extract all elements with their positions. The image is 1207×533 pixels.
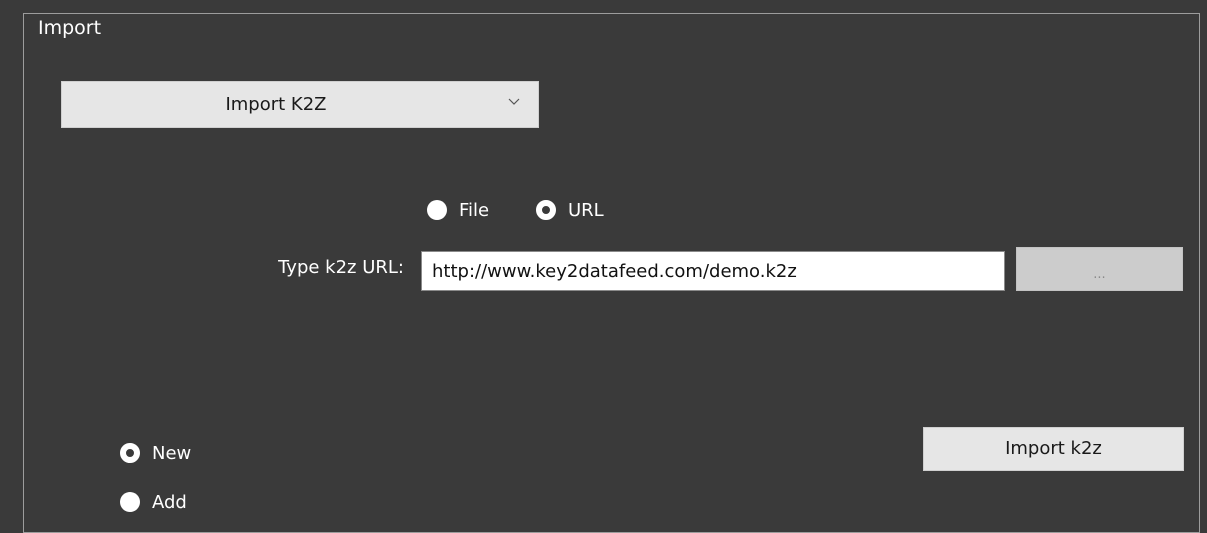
radio-checked-icon [536,200,556,220]
url-radio-label: URL [568,199,604,221]
add-radio-label: Add [152,491,187,513]
import-k2z-button[interactable]: Import k2z [923,427,1184,471]
radio-unchecked-icon [120,492,140,512]
radio-checked-icon [120,443,140,463]
radio-unchecked-icon [427,200,447,220]
url-radio[interactable]: URL [536,198,604,222]
url-input[interactable] [421,251,1005,291]
import-type-dropdown[interactable]: Import K2Z [61,81,539,128]
url-field-label: Type k2z URL: [278,257,404,278]
new-radio-label: New [152,442,192,464]
import-type-selected: Import K2Z [225,94,327,115]
file-radio[interactable]: File [427,198,489,222]
chevron-down-icon [508,98,520,105]
file-radio-label: File [459,199,490,221]
new-radio[interactable]: New [120,441,191,465]
add-radio[interactable]: Add [120,490,187,514]
browse-button[interactable]: ... [1016,247,1183,291]
import-group-title: Import [34,16,106,40]
